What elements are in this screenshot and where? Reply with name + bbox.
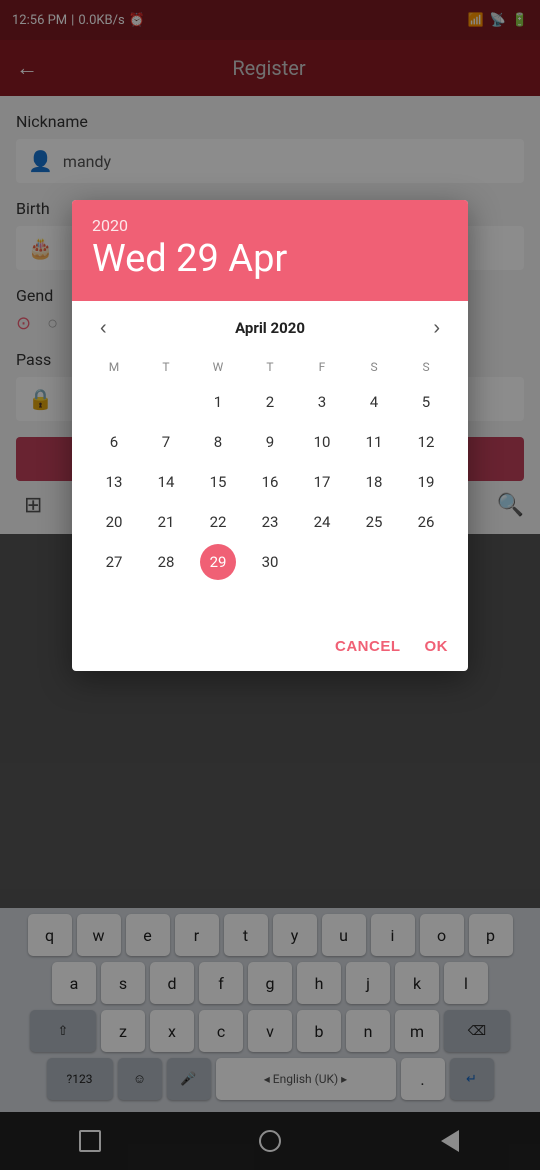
cancel-button[interactable]: CANCEL <box>335 638 401 655</box>
calendar-day[interactable]: 4 <box>356 384 392 420</box>
weekday-sun: S <box>400 356 452 378</box>
calendar-day[interactable]: 6 <box>96 424 132 460</box>
calendar-day[interactable]: 23 <box>252 504 288 540</box>
calendar-day[interactable]: 27 <box>96 544 132 580</box>
calendar-day[interactable]: 9 <box>252 424 288 460</box>
weekday-sat: S <box>348 356 400 378</box>
calendar-day[interactable]: 10 <box>304 424 340 460</box>
calendar-day[interactable]: 26 <box>408 504 444 540</box>
calendar-day[interactable]: 22 <box>200 504 236 540</box>
calendar-day[interactable]: 14 <box>148 464 184 500</box>
calendar-day <box>408 544 444 580</box>
calendar-day[interactable]: 20 <box>96 504 132 540</box>
calendar-day <box>96 384 132 420</box>
ok-button[interactable]: OK <box>425 638 449 655</box>
calendar-day[interactable]: 1 <box>200 384 236 420</box>
weekday-tue: T <box>140 356 192 378</box>
weekday-wed: W <box>192 356 244 378</box>
calendar-day[interactable]: 8 <box>200 424 236 460</box>
calendar-actions: CANCEL OK <box>72 622 468 671</box>
calendar-day <box>148 384 184 420</box>
calendar-weekdays: M T W T F S S <box>88 356 452 378</box>
calendar-day[interactable]: 12 <box>408 424 444 460</box>
calendar-day[interactable]: 30 <box>252 544 288 580</box>
calendar-day[interactable]: 28 <box>148 544 184 580</box>
calendar-day <box>96 584 132 620</box>
calendar-day[interactable]: 2 <box>252 384 288 420</box>
calendar-day[interactable]: 25 <box>356 504 392 540</box>
calendar-day[interactable]: 17 <box>304 464 340 500</box>
calendar-selected-date: Wed 29 Apr <box>92 239 448 281</box>
calendar-dialog: 2020 Wed 29 Apr ‹ April 2020 › M T W T F… <box>72 200 468 671</box>
calendar-day[interactable]: 7 <box>148 424 184 460</box>
calendar-days: 1234567891011121314151617181920212223242… <box>88 382 452 622</box>
next-month-button[interactable]: › <box>425 313 448 344</box>
calendar-day[interactable]: 24 <box>304 504 340 540</box>
calendar-day[interactable]: 5 <box>408 384 444 420</box>
calendar-day[interactable]: 13 <box>96 464 132 500</box>
calendar-day[interactable]: 29 <box>200 544 236 580</box>
calendar-day[interactable]: 16 <box>252 464 288 500</box>
calendar-day[interactable]: 18 <box>356 464 392 500</box>
calendar-year: 2020 <box>92 216 448 235</box>
calendar-grid: M T W T F S S 12345678910111213141516171… <box>72 356 468 622</box>
calendar-day[interactable]: 15 <box>200 464 236 500</box>
calendar-nav: ‹ April 2020 › <box>72 301 468 356</box>
calendar-day[interactable]: 19 <box>408 464 444 500</box>
calendar-day[interactable]: 21 <box>148 504 184 540</box>
calendar-day <box>304 544 340 580</box>
calendar-month-title: April 2020 <box>235 319 305 337</box>
prev-month-button[interactable]: ‹ <box>92 313 115 344</box>
calendar-day[interactable]: 3 <box>304 384 340 420</box>
weekday-thu: T <box>244 356 296 378</box>
weekday-fri: F <box>296 356 348 378</box>
weekday-mon: M <box>88 356 140 378</box>
calendar-header: 2020 Wed 29 Apr <box>72 200 468 301</box>
calendar-day[interactable]: 11 <box>356 424 392 460</box>
calendar-day <box>356 544 392 580</box>
